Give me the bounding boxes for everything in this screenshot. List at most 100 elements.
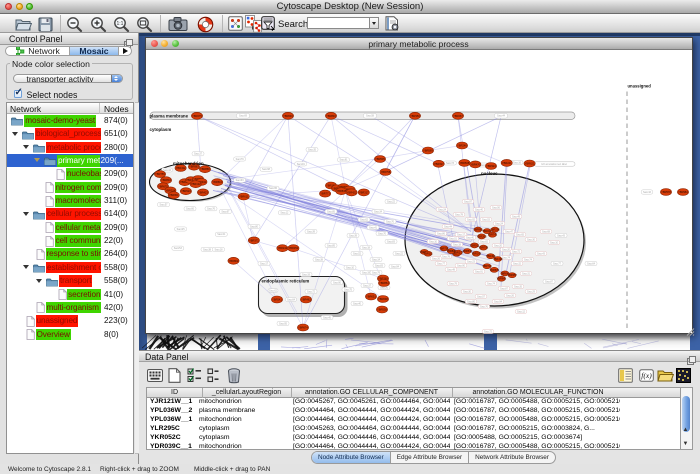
svg-text:Sacc43: Sacc43	[537, 252, 546, 255]
svg-text:Sacc64: Sacc64	[287, 298, 296, 301]
svg-text:Sacc90: Sacc90	[457, 264, 466, 267]
svg-text:Sacc53: Sacc53	[482, 218, 491, 221]
svg-text:YBR801: YBR801	[168, 193, 178, 197]
svg-text:Sacc10: Sacc10	[346, 266, 355, 269]
svg-text:YBR317: YBR317	[358, 190, 368, 194]
svg-text:Sacc47: Sacc47	[505, 230, 514, 233]
svg-text:Sacc61: Sacc61	[339, 159, 348, 162]
svg-text:cytoplasm: cytoplasm	[149, 127, 171, 132]
svg-text:Sacc58: Sacc58	[366, 115, 375, 118]
svg-text:YBR538: YBR538	[377, 308, 387, 312]
svg-text:Sacc73: Sacc73	[446, 162, 455, 165]
svg-text:Sacc93: Sacc93	[235, 179, 244, 182]
svg-text:YBR984: YBR984	[678, 190, 688, 194]
svg-text:Sacc79: Sacc79	[372, 271, 381, 274]
svg-text:Sacc79: Sacc79	[235, 158, 244, 161]
svg-text:Sacc52: Sacc52	[353, 252, 362, 255]
svg-text:YBR371: YBR371	[249, 238, 259, 242]
svg-text:Sacc90: Sacc90	[333, 281, 342, 284]
svg-text:Sacc83: Sacc83	[387, 240, 396, 243]
svg-text:Sacc80: Sacc80	[467, 300, 476, 303]
svg-text:Sacc30: Sacc30	[463, 290, 472, 293]
svg-text:Sacc94: Sacc94	[494, 300, 503, 303]
svg-text:Sacc78: Sacc78	[442, 255, 451, 258]
svg-text:Sacc34: Sacc34	[374, 210, 383, 213]
svg-text:Sacc41: Sacc41	[217, 233, 226, 236]
svg-text:YBR862: YBR862	[228, 259, 238, 263]
svg-text:YBR651: YBR651	[366, 295, 376, 299]
svg-text:YBR256: YBR256	[490, 228, 500, 232]
svg-text:Sacc74: Sacc74	[502, 256, 511, 259]
svg-text:Sacc43: Sacc43	[557, 234, 566, 237]
svg-text:YBR267: YBR267	[453, 114, 463, 118]
svg-text:Sacc18: Sacc18	[362, 246, 371, 249]
svg-text:YBR423: YBR423	[198, 190, 208, 194]
svg-text:nucleus: nucleus	[481, 171, 498, 176]
svg-text:YBR505: YBR505	[375, 157, 385, 161]
svg-text:Sacc19: Sacc19	[302, 273, 311, 276]
svg-text:Sacc24: Sacc24	[495, 222, 504, 225]
svg-text:Sacc40: Sacc40	[466, 236, 475, 239]
svg-text:Sacc94: Sacc94	[391, 265, 400, 268]
svg-text:Sacc53: Sacc53	[173, 247, 182, 250]
svg-text:Sacc41: Sacc41	[369, 226, 378, 229]
svg-text:Sacc38: Sacc38	[203, 248, 212, 251]
svg-text:YBR357: YBR357	[507, 273, 517, 277]
svg-text:Sacc86: Sacc86	[437, 232, 446, 235]
svg-text:Sacc57: Sacc57	[159, 204, 168, 207]
svg-text:Sacc40: Sacc40	[475, 208, 484, 211]
svg-text:Sacc77: Sacc77	[437, 262, 446, 265]
svg-text:mitochondrion: mitochondrion	[173, 161, 204, 166]
svg-text:Sacc70: Sacc70	[480, 305, 489, 308]
svg-text:Sacc14: Sacc14	[372, 258, 381, 261]
svg-text:Sacc16: Sacc16	[513, 161, 522, 164]
svg-text:YBR621: YBR621	[524, 162, 534, 166]
svg-text:Sacc20: Sacc20	[502, 248, 511, 251]
svg-text:plasma membrane: plasma membrane	[149, 113, 188, 118]
svg-text:Sacc72: Sacc72	[307, 290, 316, 293]
svg-text:Sacc19: Sacc19	[362, 271, 371, 274]
svg-text:Sacc82: Sacc82	[480, 240, 489, 243]
svg-text:Sacc72: Sacc72	[512, 250, 521, 253]
svg-text:YBR846: YBR846	[326, 114, 336, 118]
svg-text:Sacc30: Sacc30	[527, 238, 536, 241]
svg-text:Sacc25: Sacc25	[176, 228, 185, 231]
svg-text:YBR886: YBR886	[200, 167, 210, 171]
svg-text:YBR324: YBR324	[486, 164, 496, 168]
svg-text:YBR165: YBR165	[471, 252, 481, 256]
svg-text:Sacc49: Sacc49	[296, 163, 305, 166]
svg-text:YBR510: YBR510	[212, 180, 222, 184]
svg-text:Sacc87: Sacc87	[545, 280, 554, 283]
svg-text:YBR569: YBR569	[423, 149, 433, 153]
svg-text:YBR742: YBR742	[487, 233, 497, 237]
svg-text:YBR666: YBR666	[496, 277, 506, 281]
svg-text:Sacc18: Sacc18	[453, 243, 462, 246]
svg-text:Sacc44: Sacc44	[163, 169, 172, 172]
svg-text:Sacc62: Sacc62	[360, 218, 369, 221]
svg-text:Sacc97: Sacc97	[464, 200, 473, 203]
svg-text:YBR422: YBR422	[346, 190, 356, 194]
svg-text:YBR246: YBR246	[457, 144, 467, 148]
svg-text:Sacc44: Sacc44	[497, 115, 506, 118]
svg-text:Sacc20: Sacc20	[494, 244, 503, 247]
svg-text:Sacc45: Sacc45	[323, 316, 332, 319]
svg-text:Sacc87: Sacc87	[500, 287, 509, 290]
svg-text:Sacc69: Sacc69	[239, 115, 248, 118]
svg-text:Sacc85: Sacc85	[327, 210, 336, 213]
svg-text:YBR432: YBR432	[175, 166, 185, 170]
svg-text:Sacc66: Sacc66	[186, 208, 195, 211]
svg-text:Sacc10: Sacc10	[550, 241, 559, 244]
svg-text:YBR611: YBR611	[238, 195, 248, 199]
svg-text:YBR242: YBR242	[277, 246, 287, 250]
svg-text:YBR241: YBR241	[501, 161, 511, 165]
svg-text:Sacc56: Sacc56	[492, 206, 501, 209]
svg-text:Sacc80: Sacc80	[250, 225, 259, 228]
svg-text:Sacc72: Sacc72	[484, 330, 493, 333]
svg-text:Sacc76: Sacc76	[207, 208, 216, 211]
svg-text:YBR578: YBR578	[661, 190, 671, 194]
svg-text:YBR352: YBR352	[288, 246, 298, 250]
svg-text:Sacc44: Sacc44	[444, 225, 453, 228]
svg-text:unassigned: unassigned	[627, 84, 651, 89]
svg-text:Sacc35: Sacc35	[514, 285, 523, 288]
svg-text:YBR804: YBR804	[161, 178, 171, 182]
